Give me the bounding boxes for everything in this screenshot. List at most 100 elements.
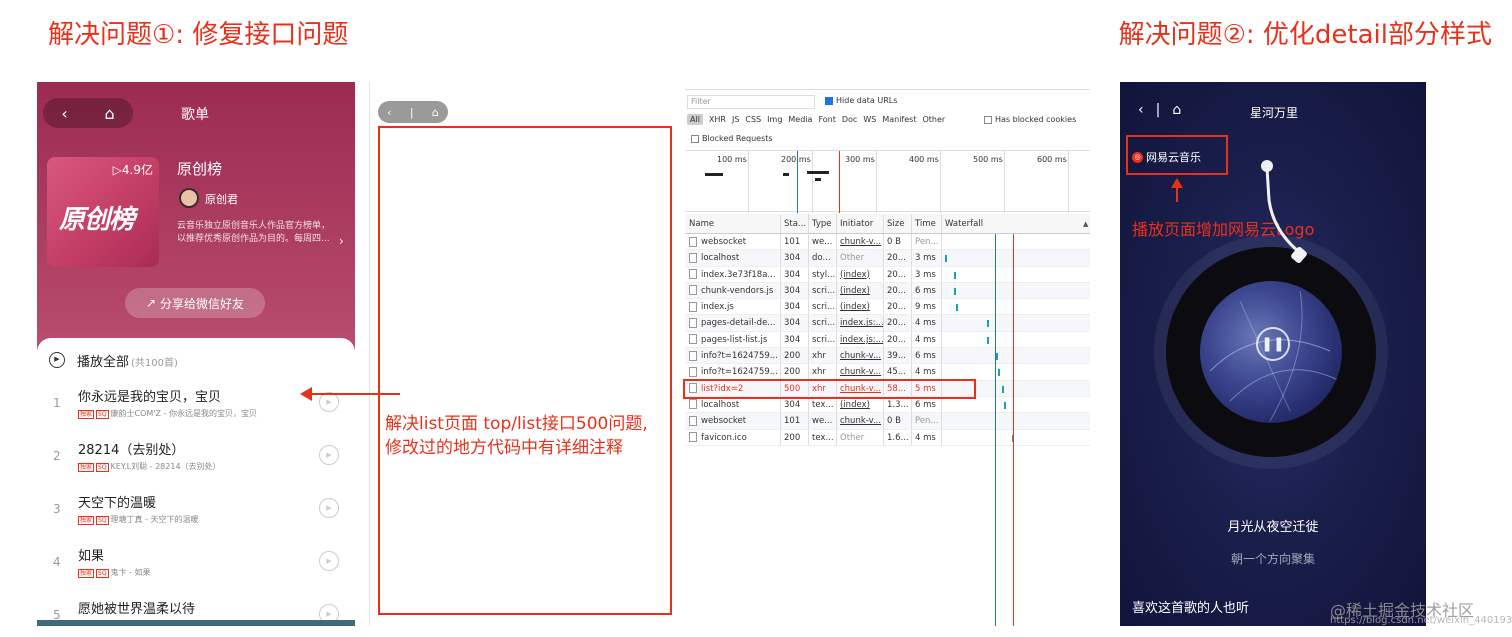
request-initiator[interactable]: (index) xyxy=(837,266,884,282)
network-timeline-overview[interactable]: 100 ms 200 ms 300 ms 400 ms 500 ms 600 ms xyxy=(685,150,1090,213)
back-icon[interactable]: ‹ xyxy=(1138,102,1144,118)
sort-up-icon[interactable]: ▲ xyxy=(1083,220,1088,228)
table-row[interactable]: websocket 101 we... chunk-v... 0 B Pen... xyxy=(685,234,1090,251)
filter-ws[interactable]: WS xyxy=(863,115,876,124)
playlist-name: 原创榜 xyxy=(177,160,223,178)
request-initiator[interactable]: chunk-v... xyxy=(837,348,884,364)
caption-fix-api: 解决问题①: 修复接口问题 xyxy=(48,20,349,50)
share-label: 分享给微信好友 xyxy=(160,296,245,311)
list-item[interactable]: 2 28214（去别处） 独家 SQ KEY.L刘聪 - 28214（去别处） ▶ xyxy=(37,431,355,484)
request-initiator[interactable]: index.js:... xyxy=(837,331,884,348)
avatar[interactable] xyxy=(179,188,199,208)
filter-img[interactable]: Img xyxy=(767,115,782,124)
filter-doc[interactable]: Doc xyxy=(842,115,857,124)
filter-css[interactable]: CSS xyxy=(745,115,761,124)
filter-manifest[interactable]: Manifest xyxy=(882,115,916,124)
request-time: 6 ms xyxy=(912,396,942,413)
list-item[interactable]: 4 如果 独家 SQ 鬼卞 - 如果 ▶ xyxy=(37,537,355,590)
creator-name[interactable]: 原创君 xyxy=(205,191,238,207)
filter-media[interactable]: Media xyxy=(788,115,812,124)
chevron-right-icon[interactable]: › xyxy=(339,234,344,248)
blocked-requests-checkbox[interactable]: Blocked Requests xyxy=(691,134,773,143)
request-initiator[interactable]: (index) xyxy=(837,299,884,315)
timeline-mark xyxy=(705,173,723,176)
request-initiator[interactable]: Other xyxy=(837,250,884,266)
request-status: 304 xyxy=(781,396,809,413)
request-name[interactable]: index.3e73f18a... xyxy=(685,266,781,282)
request-initiator[interactable]: (index) xyxy=(837,282,884,299)
timeline-tick-label: 500 ms xyxy=(973,155,1003,164)
table-row[interactable]: pages-list-list.js 304 scri... index.js:...… xyxy=(685,331,1090,349)
pause-button[interactable]: ❚❚ xyxy=(1256,327,1290,361)
has-blocked-cookies-checkbox[interactable]: Has blocked cookies xyxy=(984,115,1076,124)
share-wechat-button[interactable]: ↗ 分享给微信好友 xyxy=(125,288,265,318)
song-count: (共100首) xyxy=(131,358,178,369)
checkbox-checked-icon[interactable] xyxy=(825,96,833,105)
home-icon[interactable]: ⌂ xyxy=(432,106,439,119)
file-icon xyxy=(689,334,697,345)
request-initiator[interactable]: (index) xyxy=(837,396,884,413)
table-row[interactable]: info?t=1624759... 200 xhr chunk-v... 39... 6 … xyxy=(685,348,1090,365)
request-name[interactable]: localhost xyxy=(685,250,781,266)
request-name[interactable]: favicon.ico xyxy=(685,429,781,445)
table-row[interactable]: websocket 101 we... chunk-v... 0 B Pen... xyxy=(685,413,1090,430)
list-item[interactable]: 1 你永远是我的宝贝，宝贝 独家 SQ 康韵士COM'Z - 你永远是我的宝贝，宝贝 ▶ xyxy=(37,378,355,431)
checkbox-icon[interactable] xyxy=(984,115,992,124)
filter-xhr[interactable]: XHR xyxy=(709,115,726,124)
request-initiator[interactable]: chunk-v... xyxy=(837,234,884,250)
column-status[interactable]: Sta... xyxy=(781,214,809,233)
hide-data-urls-checkbox[interactable]: Hide data URLs xyxy=(825,96,897,105)
column-waterfall[interactable]: Waterfall xyxy=(942,214,1090,233)
filter-font[interactable]: Font xyxy=(818,115,835,124)
play-icon[interactable]: ▶ xyxy=(319,498,339,518)
home-icon[interactable]: ⌂ xyxy=(1172,102,1181,118)
play-icon[interactable]: ▶ xyxy=(319,445,339,465)
request-name[interactable]: pages-detail-de... xyxy=(685,315,781,331)
request-waterfall xyxy=(942,364,1090,379)
request-name[interactable]: websocket xyxy=(685,413,781,429)
back-icon[interactable]: ‹ xyxy=(387,106,391,119)
request-initiator[interactable]: index.js:... xyxy=(837,315,884,331)
column-initiator[interactable]: Initiator xyxy=(837,214,884,233)
table-row[interactable]: index.js 304 scri... (index) 20... 9 ms xyxy=(685,299,1090,316)
request-name[interactable]: chunk-vendors.js xyxy=(685,282,781,299)
request-type: tex... xyxy=(809,429,837,445)
list-item[interactable]: 3 天空下的温暖 独家 SQ 理塘丁真 - 天空下的温暖 ▶ xyxy=(37,484,355,537)
play-icon[interactable]: ▶ xyxy=(319,551,339,571)
table-row[interactable]: localhost 304 do... Other 20... 3 ms xyxy=(685,250,1090,267)
play-all-button[interactable]: 播放全部 (共100首) xyxy=(77,351,178,370)
table-row[interactable]: chunk-vendors.js 304 scri... (index) 20... 6 … xyxy=(685,282,1090,300)
column-size[interactable]: Size xyxy=(884,214,912,233)
playlist-cover[interactable]: ▷4.9亿 原创榜 xyxy=(47,157,159,267)
back-icon[interactable]: ‹ xyxy=(61,104,67,123)
table-row[interactable]: localhost 304 tex... (index) 1.3... 6 ms xyxy=(685,396,1090,414)
request-name[interactable]: index.js xyxy=(685,299,781,315)
filter-js[interactable]: JS xyxy=(732,115,739,124)
playlist-description[interactable]: 云音乐独立原创音乐人作品官方榜单，以推荐优秀原创作品为目的。每周四... xyxy=(177,220,337,246)
request-name[interactable]: info?t=1624759... xyxy=(685,364,781,380)
request-name[interactable]: websocket xyxy=(685,234,781,250)
request-initiator[interactable]: chunk-v... xyxy=(837,413,884,429)
request-name[interactable]: info?t=1624759... xyxy=(685,348,781,364)
column-name[interactable]: Name xyxy=(685,214,781,233)
table-row[interactable]: index.3e73f18a... 304 styl... (index) 20... 3… xyxy=(685,266,1090,283)
table-row[interactable]: pages-detail-de... 304 scri... index.js:...… xyxy=(685,315,1090,332)
request-name[interactable]: localhost xyxy=(685,396,781,413)
column-type[interactable]: Type xyxy=(809,214,837,233)
logo-text: 网易云音乐 xyxy=(1146,151,1201,164)
table-row[interactable]: favicon.ico 200 tex... Other 1.6... 4 ms xyxy=(685,429,1090,446)
filter-all[interactable]: All xyxy=(687,114,703,125)
home-icon[interactable]: ⌂ xyxy=(104,104,114,123)
network-request-table: Name Sta... Type Initiator Size Time Wat… xyxy=(685,214,1090,446)
column-time[interactable]: Time xyxy=(912,214,942,233)
request-initiator[interactable]: Other xyxy=(837,429,884,445)
request-initiator[interactable]: chunk-v... xyxy=(837,364,884,380)
filter-other[interactable]: Other xyxy=(922,115,945,124)
checkbox-icon[interactable] xyxy=(691,134,699,143)
filter-input[interactable]: Filter xyxy=(687,95,815,109)
request-status: 304 xyxy=(781,266,809,282)
request-rows: websocket 101 we... chunk-v... 0 B Pen... loca… xyxy=(685,234,1090,446)
play-icon[interactable]: ▶ xyxy=(319,392,339,412)
play-icon[interactable]: ▶ xyxy=(49,352,65,368)
request-name[interactable]: pages-list-list.js xyxy=(685,331,781,348)
